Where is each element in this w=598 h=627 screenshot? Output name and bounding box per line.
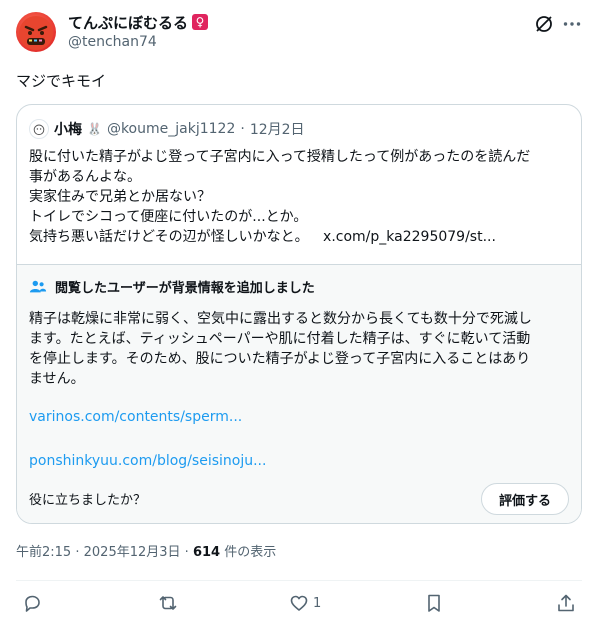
quote-line: 股に付いた精子がよじ登って子宮内に入って授精したって例があったのを読んだ: [29, 149, 531, 165]
female-sign-badge: ♀: [192, 14, 209, 30]
quote-separator: ·: [240, 121, 245, 137]
display-name[interactable]: てんぷにぼむるる: [68, 12, 188, 33]
share-icon: [558, 594, 574, 612]
notes-header-text: 閲覧したユーザーが背景情報を追加しました: [55, 281, 315, 296]
quote-line-with-link: 気持ち悪い話だけどその辺が怪しいかなと。 x.com/p_ka2295079/s…: [29, 227, 569, 247]
bookmark-icon: [428, 594, 440, 612]
action-bar: 1: [16, 592, 582, 616]
name-row: てんぷにぼむるる ♀: [68, 12, 209, 33]
tweet-header: てんぷにぼむるる ♀ @tenchan74: [16, 12, 582, 52]
like-button[interactable]: 1: [289, 592, 321, 614]
quote-line: トイレでシコって便座に付いたのが...とか。: [29, 209, 308, 225]
tweet-date[interactable]: 2025年12月3日: [84, 545, 181, 560]
meta-separator: ·: [75, 545, 80, 560]
grok-icon[interactable]: [534, 14, 554, 34]
tweet-text: マジでキモイ: [16, 72, 107, 90]
community-notes: 閲覧したユーザーが背景情報を追加しました 精子は乾燥に非常に弱く、空気中に露出す…: [17, 264, 581, 523]
notes-people-icon: [29, 280, 47, 292]
notes-line: ません。: [29, 371, 85, 387]
quote-name: 小梅: [54, 122, 82, 138]
quote-link[interactable]: x.com/p_ka2295079/st...: [323, 229, 496, 245]
tweet-meta: 午前2:15 · 2025年12月3日 · 614 件の表示: [16, 541, 276, 560]
notes-line: 精子は乾燥に非常に弱く、空気中に露出すると数分から長くても数十分で死滅し: [29, 311, 532, 327]
retweet-button[interactable]: [158, 592, 178, 614]
notes-line: ます。たとえば、ティッシュペーパーや肌に付着した精子は、すぐに乾いて活動: [29, 331, 531, 347]
quote-avatar: [29, 119, 49, 139]
quote-header: 小梅 🐰 @koume_jakj1122 · 12月2日: [29, 119, 305, 139]
quote-line: 気持ち悪い話だけどその辺が怪しいかなと。: [29, 229, 309, 245]
quote-name-emoji-icon: 🐰: [87, 122, 102, 136]
quote-line: 事があるんよな。: [29, 169, 141, 185]
angry-face-icon: [19, 16, 53, 50]
meta-separator: ·: [184, 545, 189, 560]
notes-line: を停止します。そのため、股についた精子がよじ登って子宮内に入ることはあり: [29, 351, 531, 367]
like-count: 1: [313, 595, 322, 611]
notes-source-link-2[interactable]: ponshinkyuu.com/blog/seisinoju...: [29, 453, 266, 469]
notes-body: 精子は乾燥に非常に弱く、空気中に露出すると数分から長くても数十分で死滅し ます。…: [29, 309, 569, 389]
user-handle[interactable]: @tenchan74: [68, 34, 157, 50]
views-count: 614: [192, 545, 221, 560]
notes-source-link-1[interactable]: varinos.com/contents/sperm...: [29, 409, 242, 425]
retweet-icon: [159, 596, 177, 610]
quote-handle: @koume_jakj1122: [106, 121, 236, 137]
bookmark-button[interactable]: [424, 592, 444, 614]
notes-header: 閲覧したユーザーが背景情報を追加しました: [29, 277, 315, 296]
tweet-time[interactable]: 午前2:15: [16, 545, 71, 560]
reply-button[interactable]: [22, 592, 42, 614]
quote-body: 股に付いた精子がよじ登って子宮内に入って授精したって例があったのを読んだ 事があ…: [29, 147, 569, 247]
views-label: 件の表示: [224, 545, 277, 560]
share-button[interactable]: [556, 592, 576, 614]
helpful-question: 役に立ちましたか？: [29, 493, 147, 508]
quoted-tweet[interactable]: 小梅 🐰 @koume_jakj1122 · 12月2日 股に付いた精子がよじ登…: [16, 104, 582, 524]
reply-icon: [25, 595, 40, 612]
rate-button[interactable]: 評価する: [481, 483, 569, 515]
divider: [16, 580, 582, 581]
more-icon[interactable]: [562, 14, 582, 34]
like-icon: [290, 595, 308, 611]
quote-date: 12月2日: [249, 122, 305, 138]
quote-line: 実家住みで兄弟とか居ない？: [29, 189, 211, 205]
avatar[interactable]: [16, 12, 56, 52]
